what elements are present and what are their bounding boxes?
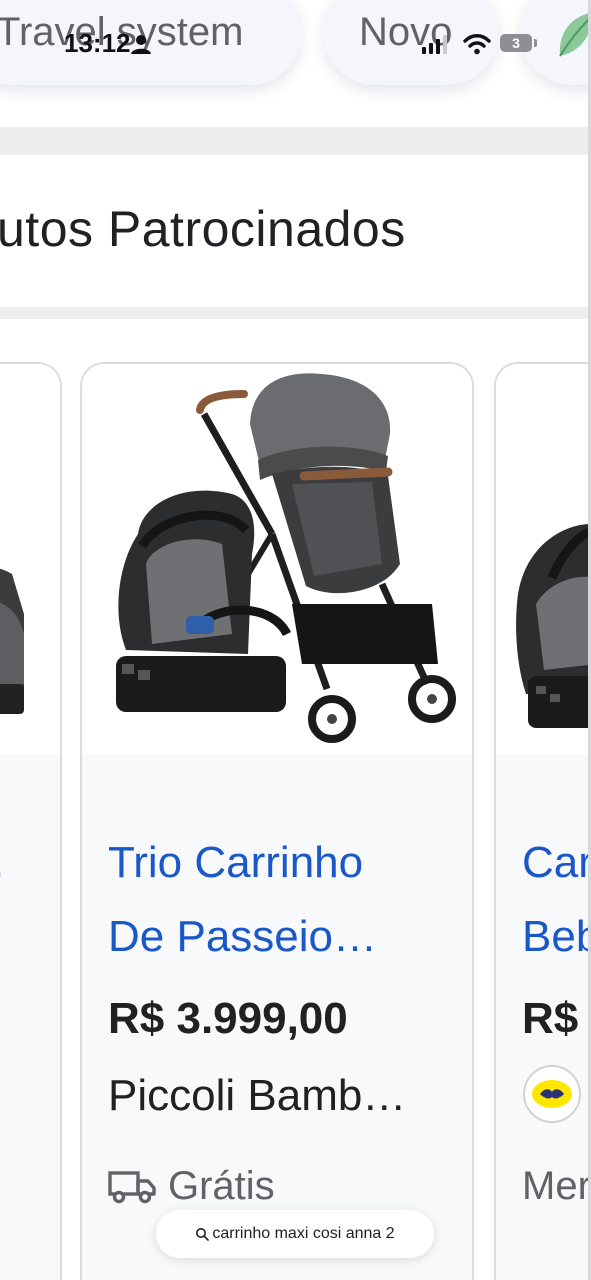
separator: [0, 127, 591, 155]
page: Travel system Novo 13:12 3 utos Patrocin…: [0, 0, 591, 1280]
status-bar: 13:12 3: [0, 0, 591, 90]
product-card[interactable]: .: [0, 362, 62, 1280]
stroller-travel-system-image: [116, 373, 456, 743]
product-price: R$ 3.999,00: [108, 994, 348, 1043]
product-shipping: Mer: [522, 1164, 591, 1209]
product-title-line: De Passeio…: [108, 912, 378, 961]
product-price: R$: [522, 994, 579, 1043]
battery-tip: [534, 39, 537, 47]
section-title: utos Patrocinados: [0, 201, 406, 257]
seller-logo-icon: [523, 1065, 581, 1123]
product-title[interactable]: .: [0, 826, 60, 900]
car-seat-image: [516, 523, 591, 728]
shipping-label: Mer: [522, 1164, 591, 1208]
product-seller: [522, 1064, 582, 1135]
product-title-line: Car: [522, 838, 591, 887]
product-title[interactable]: Car Beb: [522, 826, 591, 974]
signal-icon: [422, 35, 447, 54]
search-icon: [196, 1228, 210, 1241]
product-card[interactable]: Car Beb R$ Mer: [494, 362, 591, 1280]
car-seat-image: [0, 568, 24, 714]
shipping-label: Grátis: [168, 1164, 275, 1208]
status-time: 13:12: [64, 28, 131, 58]
product-title-line: Beb: [522, 912, 591, 961]
product-shipping: Grátis: [108, 1164, 275, 1209]
product-card[interactable]: Trio Carrinho De Passeio… R$ 3.999,00 Pi…: [80, 362, 474, 1280]
product-image: [496, 364, 591, 754]
search-query-pill[interactable]: carrinho maxi cosi anna 2: [156, 1210, 434, 1258]
wifi-icon: [463, 34, 491, 55]
battery-icon: 3: [500, 34, 532, 52]
truck-icon: [108, 1170, 156, 1203]
search-query-text: carrinho maxi cosi anna 2: [212, 1225, 395, 1242]
battery-level: 3: [512, 35, 520, 51]
product-image: [0, 364, 60, 754]
person-icon: [131, 35, 151, 54]
product-seller: Piccoli Bamb…: [108, 1071, 407, 1120]
product-title-line: .: [0, 826, 60, 900]
product-title[interactable]: Trio Carrinho De Passeio…: [108, 826, 463, 974]
product-title-line: Trio Carrinho: [108, 838, 364, 887]
separator: [0, 307, 591, 319]
product-image: [82, 364, 472, 754]
